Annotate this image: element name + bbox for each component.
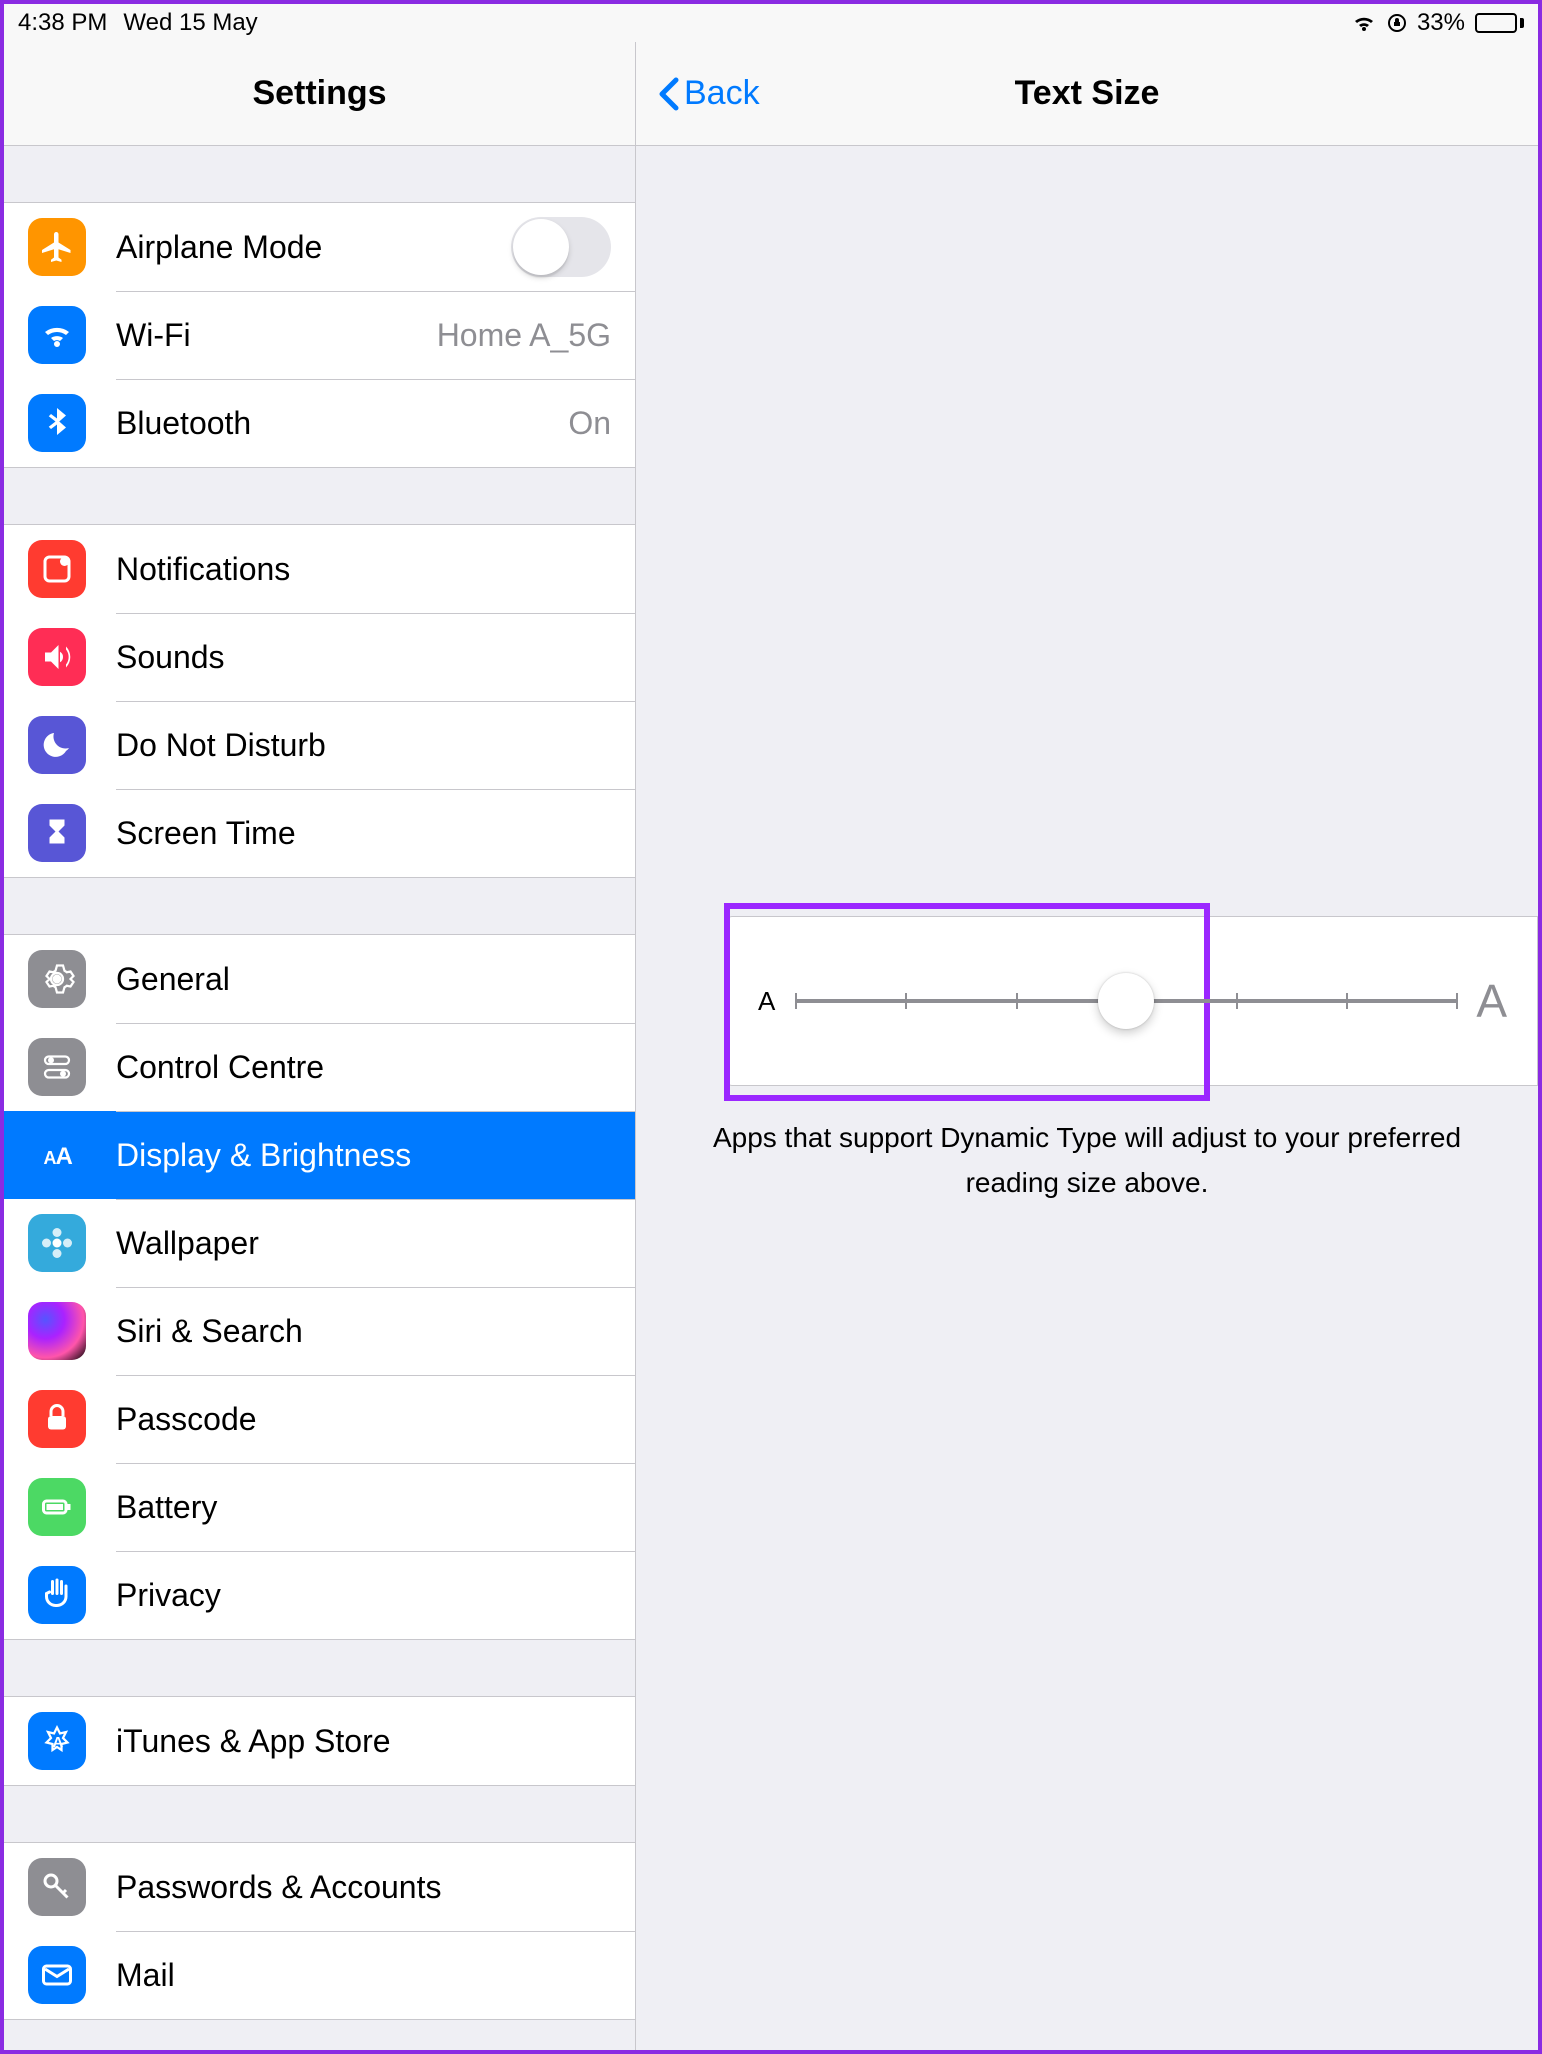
row-display-brightness[interactable]: AA Display & Brightness (4, 1111, 635, 1199)
row-controlcentre[interactable]: Control Centre (4, 1023, 635, 1111)
orientation-lock-icon (1387, 13, 1407, 33)
row-general[interactable]: General (4, 935, 635, 1023)
row-battery[interactable]: Battery (4, 1463, 635, 1551)
gear-icon (28, 950, 86, 1008)
row-wifi[interactable]: Wi-Fi Home A_5G (4, 291, 635, 379)
moon-icon (28, 716, 86, 774)
row-privacy[interactable]: Privacy (4, 1551, 635, 1639)
detail-title: Text Size (636, 74, 1538, 113)
slider-thumb[interactable] (1098, 973, 1154, 1029)
row-label: Airplane Mode (116, 229, 511, 266)
row-label: Bluetooth (116, 405, 568, 442)
bluetooth-value: On (568, 405, 611, 442)
detail-pane: Back Text Size A (636, 42, 1538, 2050)
row-siri[interactable]: Siri & Search (4, 1287, 635, 1375)
lock-icon (28, 1390, 86, 1448)
row-notifications[interactable]: Notifications (4, 525, 635, 613)
row-label: Control Centre (116, 1049, 611, 1086)
status-bar: 4:38 PM Wed 15 May 33% (4, 4, 1538, 42)
sidebar-navbar: Settings (4, 42, 635, 146)
row-passcode[interactable]: Passcode (4, 1375, 635, 1463)
group-alerts: Notifications Sounds Do Not Disturb (4, 524, 635, 878)
row-label: iTunes & App Store (116, 1723, 611, 1760)
settings-sidebar: Settings Airplane Mode Wi-Fi Hom (4, 42, 636, 2050)
group-connectivity: Airplane Mode Wi-Fi Home A_5G Bluetooth … (4, 202, 635, 468)
bluetooth-icon (28, 394, 86, 452)
row-label: Passcode (116, 1401, 611, 1438)
row-itunes[interactable]: A iTunes & App Store (4, 1697, 635, 1785)
dynamic-type-footer: Apps that support Dynamic Type will adju… (707, 1116, 1467, 1206)
back-button[interactable]: Back (656, 74, 760, 113)
wifi-status-icon (1351, 13, 1377, 33)
mail-icon (28, 1946, 86, 2004)
row-sounds[interactable]: Sounds (4, 613, 635, 701)
detail-navbar: Back Text Size (636, 42, 1538, 146)
battery-icon (1475, 13, 1524, 33)
group-general: General Control Centre AA Display & Brig… (4, 934, 635, 1640)
appstore-icon: A (28, 1712, 86, 1770)
textsize-icon: AA (28, 1126, 86, 1184)
wifi-value: Home A_5G (437, 317, 611, 354)
text-size-slider-card: A A (728, 916, 1538, 1086)
row-label: Screen Time (116, 815, 611, 852)
row-label: Privacy (116, 1577, 611, 1614)
battery-icon (28, 1478, 86, 1536)
row-label: Do Not Disturb (116, 727, 611, 764)
svg-text:A: A (53, 1734, 64, 1751)
airplane-switch[interactable] (511, 217, 611, 277)
back-label: Back (684, 74, 760, 113)
sounds-icon (28, 628, 86, 686)
row-wallpaper[interactable]: Wallpaper (4, 1199, 635, 1287)
row-label: General (116, 961, 611, 998)
svg-text:A: A (56, 1143, 73, 1170)
chevron-left-icon (656, 76, 680, 112)
row-dnd[interactable]: Do Not Disturb (4, 701, 635, 789)
slider-max-label: A (1476, 974, 1507, 1028)
row-mail[interactable]: Mail (4, 1931, 635, 2019)
row-bluetooth[interactable]: Bluetooth On (4, 379, 635, 467)
airplane-icon (28, 218, 86, 276)
hourglass-icon (28, 804, 86, 862)
row-label: Siri & Search (116, 1313, 611, 1350)
text-size-slider[interactable] (795, 999, 1456, 1003)
group-itunes: A iTunes & App Store (4, 1696, 635, 1786)
row-airplane[interactable]: Airplane Mode (4, 203, 635, 291)
status-date: Wed 15 May (123, 9, 257, 37)
notifications-icon (28, 540, 86, 598)
hand-icon (28, 1566, 86, 1624)
group-accounts: Passwords & Accounts Mail (4, 1842, 635, 2020)
switches-icon (28, 1038, 86, 1096)
row-label: Mail (116, 1957, 611, 1994)
row-label: Sounds (116, 639, 611, 676)
row-label: Battery (116, 1489, 611, 1526)
key-icon (28, 1858, 86, 1916)
row-label: Notifications (116, 551, 611, 588)
row-label: Wallpaper (116, 1225, 611, 1262)
row-label: Wi-Fi (116, 317, 437, 354)
row-label: Passwords & Accounts (116, 1869, 611, 1906)
flower-icon (28, 1214, 86, 1272)
siri-icon (28, 1302, 86, 1360)
wifi-icon (28, 306, 86, 364)
status-time: 4:38 PM (18, 9, 107, 37)
sidebar-title: Settings (4, 74, 635, 113)
row-passwords[interactable]: Passwords & Accounts (4, 1843, 635, 1931)
battery-percent: 33% (1417, 9, 1465, 37)
row-screentime[interactable]: Screen Time (4, 789, 635, 877)
row-label: Display & Brightness (116, 1137, 611, 1174)
